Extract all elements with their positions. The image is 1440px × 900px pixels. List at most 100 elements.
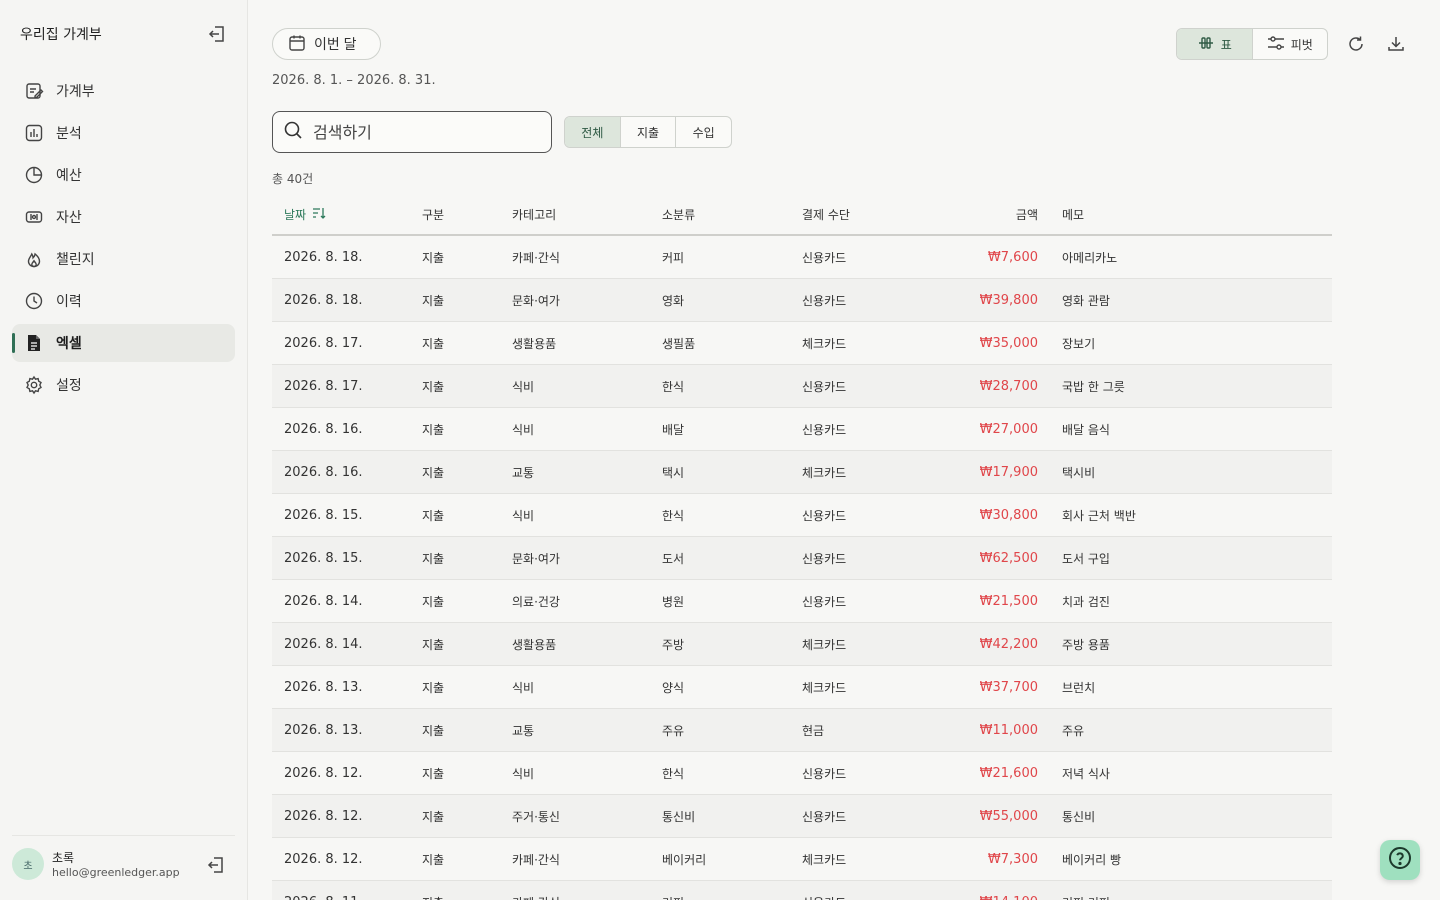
header-memo[interactable]: 메모 — [1038, 206, 1332, 223]
cell-date: 2026. 8. 15. — [284, 507, 363, 523]
table-row[interactable]: 2026. 8. 16. 지출 교통 택시 체크카드 ₩17,900 택시비 — [272, 451, 1332, 494]
cell-amount: ₩30,800 — [979, 507, 1038, 523]
sidebar-item-settings[interactable]: 설정 — [12, 366, 235, 404]
view-table-label: 표 — [1220, 37, 1232, 52]
cell-subcategory: 생필품 — [662, 336, 696, 351]
period-label: 이번 달 — [314, 36, 357, 52]
header-category[interactable]: 카테고리 — [512, 206, 662, 223]
table-row[interactable]: 2026. 8. 14. 지출 의료·건강 병원 신용카드 ₩21,500 치과 검진 — [272, 580, 1332, 623]
table-row[interactable]: 2026. 8. 13. 지출 교통 주유 현금 ₩11,000 주유 — [272, 709, 1332, 752]
cell-amount: ₩35,000 — [979, 335, 1038, 351]
cell-type: 지출 — [422, 723, 445, 738]
filter-expense-button[interactable]: 지출 — [619, 117, 676, 147]
table-row[interactable]: 2026. 8. 15. 지출 식비 한식 신용카드 ₩30,800 회사 근처 백반 — [272, 494, 1332, 537]
cell-category: 교통 — [512, 723, 535, 738]
view-pivot-button[interactable]: 피벗 — [1251, 29, 1328, 59]
cell-category: 문화·여가 — [512, 293, 560, 308]
cell-payment: 신용카드 — [802, 594, 847, 609]
cell-memo: 베이커리 빵 — [1062, 852, 1122, 867]
table-row[interactable]: 2026. 8. 12. 지출 식비 한식 신용카드 ₩21,600 저녁 식사 — [272, 752, 1332, 795]
sidebar-item-label: 챌린지 — [56, 252, 95, 268]
sidebar-item-ledger[interactable]: 가계부 — [12, 72, 235, 110]
cell-subcategory: 통신비 — [662, 809, 696, 824]
table-row[interactable]: 2026. 8. 13. 지출 식비 양식 체크카드 ₩37,700 브런치 — [272, 666, 1332, 709]
cell-amount: ₩27,000 — [979, 421, 1038, 437]
cell-subcategory: 병원 — [662, 594, 685, 609]
header-amount[interactable]: 금액 — [922, 206, 1038, 223]
table-body: 2026. 8. 18. 지출 카페·간식 커피 신용카드 ₩7,600 아메리카노 2026… — [272, 236, 1332, 900]
cell-date: 2026. 8. 13. — [284, 679, 363, 695]
cell-category: 카페·간식 — [512, 894, 662, 900]
sidebar-item-assets[interactable]: 자산 — [12, 198, 235, 236]
cell-type: 지출 — [422, 680, 445, 695]
wallet-icon — [24, 207, 44, 227]
header-type[interactable]: 구분 — [422, 206, 512, 223]
gear-icon — [24, 375, 44, 395]
cell-category: 식비 — [512, 766, 535, 781]
help-button[interactable] — [1380, 840, 1420, 880]
table-row[interactable]: 2026. 8. 14. 지출 생활용품 주방 체크카드 ₩42,200 주방 용품 — [272, 623, 1332, 666]
download-icon[interactable] — [1384, 32, 1408, 56]
table-row[interactable]: 2026. 8. 12. 지출 카페·간식 베이커리 체크카드 ₩7,300 베이커리 빵 — [272, 838, 1332, 881]
sidebar-item-budget[interactable]: 예산 — [12, 156, 235, 194]
view-table-button[interactable]: 표 — [1177, 29, 1252, 59]
cell-type: 지출 — [422, 508, 445, 523]
refresh-icon[interactable] — [1344, 32, 1368, 56]
cell-date: 2026. 8. 13. — [284, 722, 363, 738]
sidebar-item-excel[interactable]: 엑셀 — [12, 324, 235, 362]
cell-amount: ₩37,700 — [979, 679, 1038, 695]
header-payment[interactable]: 결제 수단 — [802, 206, 922, 223]
total-count: 총 40건 — [272, 172, 314, 186]
search-field[interactable] — [272, 111, 552, 153]
cell-subcategory: 커피 — [662, 894, 802, 900]
table-row[interactable]: 2026. 8. 12. 지출 주거·통신 통신비 신용카드 ₩55,000 통신비 — [272, 795, 1332, 838]
app-title: 우리집 가계부 — [20, 27, 102, 43]
table-row[interactable]: 2026. 8. 16. 지출 식비 배달 신용카드 ₩27,000 배달 음식 — [272, 408, 1332, 451]
header-date[interactable]: 날짜 — [272, 206, 422, 223]
cell-type: 지출 — [422, 250, 445, 265]
table-row[interactable]: 2026. 8. 18. 지출 문화·여가 영화 신용카드 ₩39,800 영화 관람 — [272, 279, 1332, 322]
logout-icon[interactable] — [204, 853, 228, 877]
header-subcategory[interactable]: 소분류 — [662, 206, 802, 223]
table-row[interactable]: 2026. 8. 17. 지출 식비 한식 신용카드 ₩28,700 국밥 한 그릇 — [272, 365, 1332, 408]
table-row[interactable]: 2026. 8. 11.지출카페·간식커피신용카드₩14,100커피 커피 — [272, 881, 1332, 900]
table-row[interactable]: 2026. 8. 17. 지출 생활용품 생필품 체크카드 ₩35,000 장보기 — [272, 322, 1332, 365]
cell-memo: 영화 관람 — [1062, 293, 1110, 308]
filter-all-button[interactable]: 전체 — [565, 117, 620, 147]
cell-memo: 배달 음식 — [1062, 422, 1110, 437]
cell-type: 지출 — [422, 637, 445, 652]
cell-payment: 체크카드 — [802, 852, 847, 867]
type-filter: 전체 지출 수입 — [564, 116, 732, 148]
cell-type: 지출 — [422, 379, 445, 394]
cell-subcategory: 양식 — [662, 680, 685, 695]
header-date-label: 날짜 — [284, 207, 307, 222]
columns-icon — [1197, 36, 1215, 53]
cell-category: 주거·통신 — [512, 809, 560, 824]
filter-income-button[interactable]: 수입 — [675, 117, 731, 147]
cell-category: 의료·건강 — [512, 594, 560, 609]
view-pivot-label: 피벗 — [1290, 37, 1313, 52]
collapse-sidebar-icon[interactable] — [205, 22, 229, 46]
sidebar-item-challenge[interactable]: 챌린지 — [12, 240, 235, 278]
search-input[interactable] — [313, 122, 533, 142]
cell-payment: 신용카드 — [802, 422, 847, 437]
cell-date: 2026. 8. 12. — [284, 765, 363, 781]
sidebar-item-label: 가계부 — [56, 84, 95, 100]
sidebar-item-history[interactable]: 이력 — [12, 282, 235, 320]
cell-date: 2026. 8. 12. — [284, 851, 363, 867]
cell-amount: ₩21,600 — [979, 765, 1038, 781]
cell-memo: 저녁 식사 — [1062, 766, 1110, 781]
sidebar-item-analysis[interactable]: 분석 — [12, 114, 235, 152]
avatar[interactable]: 초 — [12, 848, 44, 880]
table-row[interactable]: 2026. 8. 18. 지출 카페·간식 커피 신용카드 ₩7,600 아메리카노 — [272, 236, 1332, 279]
cell-payment: 신용카드 — [802, 250, 847, 265]
pie-chart-icon — [24, 165, 44, 185]
table-row[interactable]: 2026. 8. 15. 지출 문화·여가 도서 신용카드 ₩62,500 도서 구입 — [272, 537, 1332, 580]
cell-date: 2026. 8. 18. — [284, 249, 363, 265]
sidebar-item-label: 예산 — [56, 168, 82, 184]
period-select-button[interactable]: 이번 달 — [272, 28, 381, 60]
cell-amount: ₩7,300 — [987, 851, 1038, 867]
sidebar-item-label: 자산 — [56, 210, 82, 226]
cell-memo: 도서 구입 — [1062, 551, 1110, 566]
cell-payment: 체크카드 — [802, 680, 847, 695]
